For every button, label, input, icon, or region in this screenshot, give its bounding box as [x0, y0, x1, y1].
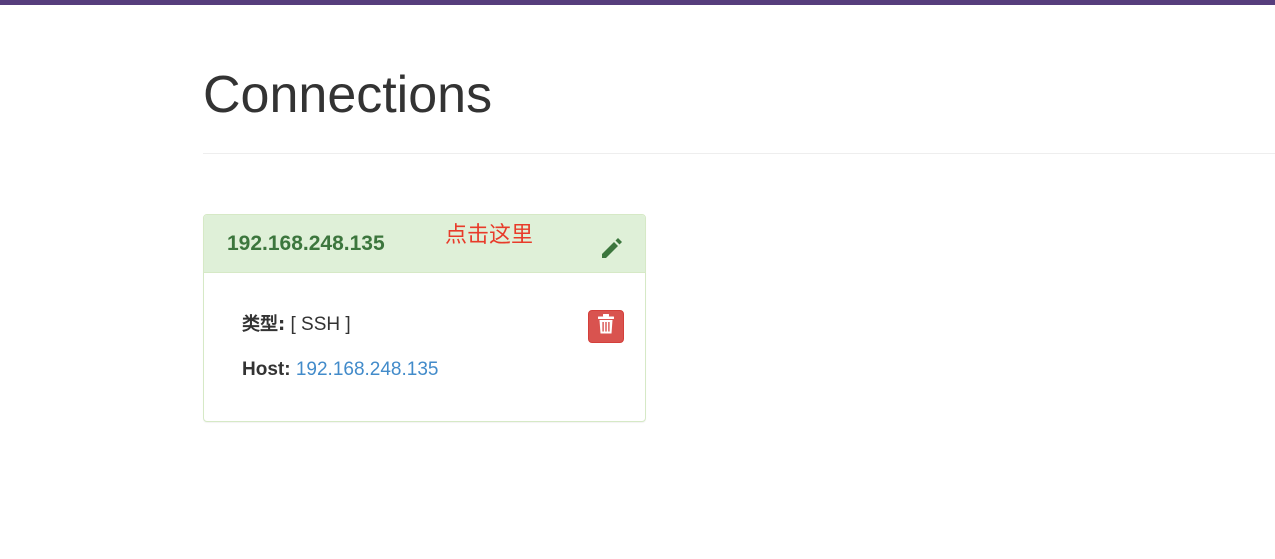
title-divider	[203, 153, 1275, 154]
delete-button[interactable]	[588, 310, 624, 343]
trash-icon	[597, 314, 615, 339]
page-title: Connections	[203, 66, 493, 124]
connection-card: 192.168.248.135 点击这里 类型: [ SSH ] Host: 1…	[203, 214, 646, 422]
connection-card-heading[interactable]: 192.168.248.135 点击这里	[204, 215, 645, 273]
host-label: Host:	[242, 359, 291, 380]
top-accent-bar	[0, 0, 1275, 5]
connection-card-body: 类型: [ SSH ] Host: 192.168.248.135	[204, 273, 645, 421]
type-label: 类型:	[242, 314, 286, 335]
host-link[interactable]: 192.168.248.135	[296, 359, 439, 380]
click-here-annotation: 点击这里	[445, 223, 534, 248]
type-value: [ SSH ]	[290, 314, 351, 335]
connection-title[interactable]: 192.168.248.135	[227, 231, 385, 257]
pencil-icon[interactable]	[598, 233, 626, 261]
type-row: 类型: [ SSH ]	[242, 313, 351, 337]
host-row: Host: 192.168.248.135	[242, 358, 438, 382]
